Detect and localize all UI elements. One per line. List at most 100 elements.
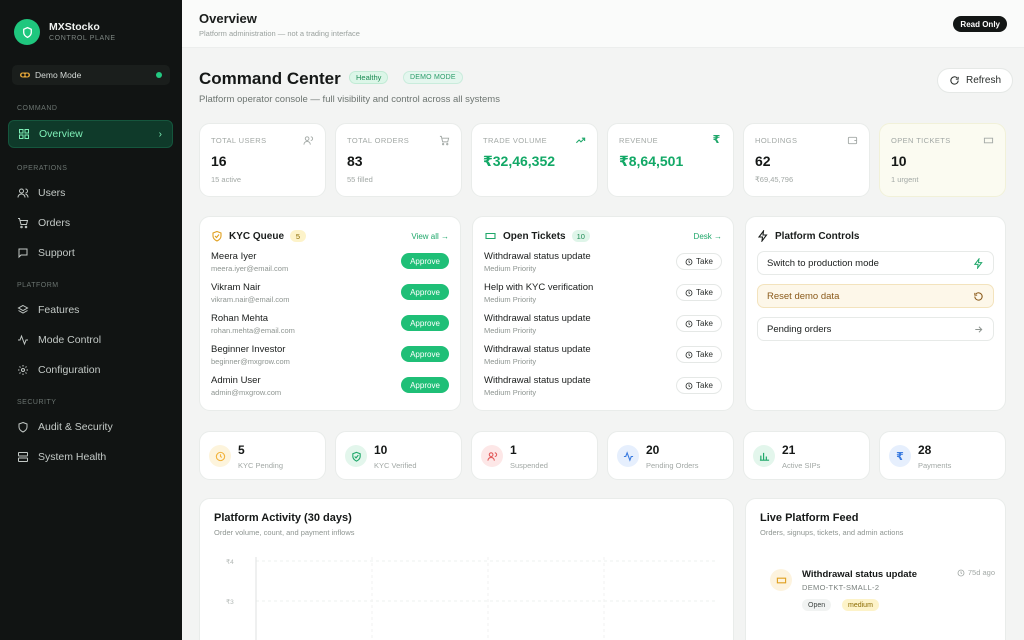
stat-card-total-orders[interactable]: TOTAL ORDERS 83 55 filled xyxy=(335,123,462,197)
stat-card-open-tickets[interactable]: OPEN TICKETS 10 1 urgent xyxy=(879,123,1006,197)
ticket-icon xyxy=(983,137,994,144)
demo-mode-indicator[interactable]: Demo Mode xyxy=(12,65,170,85)
ticket-title: Withdrawal status update xyxy=(484,375,591,386)
section-platform: PLATFORM xyxy=(17,282,59,289)
priority-tag: medium xyxy=(842,599,879,611)
trending-up-icon xyxy=(575,137,586,144)
mini-stat-label: Suspended xyxy=(510,461,548,470)
approve-button[interactable]: Approve xyxy=(401,315,449,331)
rupee-icon: ₹ xyxy=(889,445,911,467)
ticket-title: Withdrawal status update xyxy=(484,344,591,355)
activity-icon xyxy=(617,445,639,467)
layers-icon xyxy=(17,304,29,314)
shield-check-icon xyxy=(345,445,367,467)
sidebar-item-configuration[interactable]: Configuration xyxy=(8,356,173,384)
command-center-subtitle: Platform operator console — full visibil… xyxy=(199,94,500,105)
mini-stat-suspended[interactable]: 1 Suspended xyxy=(471,431,598,480)
approve-button[interactable]: Approve xyxy=(401,284,449,300)
switch-production-button[interactable]: Switch to production mode xyxy=(757,251,994,275)
ticket-title: Withdrawal status update xyxy=(484,251,591,262)
take-button[interactable]: Take xyxy=(676,346,722,363)
mini-stat-pending-orders[interactable]: 20 Pending Orders xyxy=(607,431,734,480)
topbar: Overview Platform administration — not a… xyxy=(182,0,1024,48)
control-label: Reset demo data xyxy=(767,290,840,302)
sidebar-item-label: Features xyxy=(38,304,80,316)
control-label: Switch to production mode xyxy=(767,257,879,269)
feed-item-time: 75d ago xyxy=(957,568,995,577)
take-label: Take xyxy=(696,381,713,390)
brand[interactable]: MXStocko CONTROL PLANE xyxy=(0,0,182,50)
live-feed-title: Live Platform Feed xyxy=(760,512,859,524)
take-button[interactable]: Take xyxy=(676,377,722,394)
cart-icon xyxy=(18,218,29,229)
kyc-row: Meera Iyer meera.iyer@email.com Approve xyxy=(211,251,449,279)
kyc-row: Rohan Mehta rohan.mehta@email.com Approv… xyxy=(211,313,449,341)
stat-value: 83 xyxy=(347,153,363,169)
mini-stat-value: 5 xyxy=(238,443,245,457)
sidebar-item-support[interactable]: Support xyxy=(8,239,173,267)
ticket-row: Withdrawal status update Medium Priority… xyxy=(484,251,722,279)
bar-chart-icon xyxy=(753,445,775,467)
mini-stat-kyc-verified[interactable]: 10 KYC Verified xyxy=(335,431,462,480)
take-button[interactable]: Take xyxy=(676,315,722,332)
mini-stat-active-sips[interactable]: 21 Active SIPs xyxy=(743,431,870,480)
kyc-count-badge: 5 xyxy=(290,230,307,242)
command-center-title: Command Center xyxy=(199,69,341,88)
kyc-email: rohan.mehta@email.com xyxy=(211,326,295,335)
mini-stat-payments[interactable]: ₹ 28 Payments xyxy=(879,431,1006,480)
mini-stat-value: 21 xyxy=(782,443,796,457)
approve-button[interactable]: Approve xyxy=(401,346,449,362)
clock-icon xyxy=(685,320,693,327)
stat-card-total-users[interactable]: TOTAL USERS 16 15 active xyxy=(199,123,326,197)
take-button[interactable]: Take xyxy=(676,253,722,270)
message-icon xyxy=(18,248,28,259)
take-label: Take xyxy=(696,288,713,297)
sidebar-item-system-health[interactable]: System Health xyxy=(8,443,173,471)
sidebar-item-label: Users xyxy=(38,187,66,199)
refresh-icon xyxy=(950,76,959,85)
kyc-name: Rohan Mehta xyxy=(211,313,269,324)
reset-demo-data-button[interactable]: Reset demo data xyxy=(757,284,994,308)
feed-item-title: Withdrawal status update xyxy=(802,569,917,580)
pending-orders-button[interactable]: Pending orders xyxy=(757,317,994,341)
sidebar-item-users[interactable]: Users xyxy=(8,179,173,207)
mini-stat-value: 10 xyxy=(374,443,388,457)
sidebar-item-mode-control[interactable]: Mode Control xyxy=(8,326,173,354)
section-security: SECURITY xyxy=(17,399,57,406)
live-feed-subtitle: Orders, signups, tickets, and admin acti… xyxy=(760,528,904,537)
take-label: Take xyxy=(696,257,713,266)
sidebar-item-features[interactable]: Features xyxy=(8,296,173,324)
kyc-name: Admin User xyxy=(211,375,261,386)
kyc-email: meera.iyer@email.com xyxy=(211,264,289,273)
ticket-icon xyxy=(485,232,496,240)
stat-card-revenue[interactable]: REVENUE ₹ ₹8,64,501 xyxy=(607,123,734,197)
desk-link[interactable]: Desk → xyxy=(694,232,722,241)
rotate-icon xyxy=(974,292,983,301)
refresh-button[interactable]: Refresh xyxy=(937,68,1013,93)
approve-button[interactable]: Approve xyxy=(401,377,449,393)
bolt-icon xyxy=(757,230,768,242)
stat-card-holdings[interactable]: HOLDINGS 62 ₹69,45,796 xyxy=(743,123,870,197)
view-all-link[interactable]: View all → xyxy=(411,232,449,241)
clock-icon xyxy=(209,445,231,467)
live-feed-card: Live Platform Feed Orders, signups, tick… xyxy=(745,498,1006,640)
kyc-queue-card: KYC Queue 5 View all → Meera Iyer meera.… xyxy=(199,216,461,411)
sidebar-item-orders[interactable]: Orders xyxy=(8,209,173,237)
sidebar-item-label: Overview xyxy=(39,128,83,140)
stat-card-trade-volume[interactable]: TRADE VOLUME ₹32,46,352 xyxy=(471,123,598,197)
section-command: COMMAND xyxy=(17,105,58,112)
sidebar-item-overview[interactable]: Overview › xyxy=(8,120,173,148)
brand-subtitle: CONTROL PLANE xyxy=(49,34,116,42)
approve-button[interactable]: Approve xyxy=(401,253,449,269)
feed-item-code: DEMO-TKT-SMALL-2 xyxy=(802,583,880,592)
sidebar-item-audit-security[interactable]: Audit & Security xyxy=(8,413,173,441)
section-operations: OPERATIONS xyxy=(17,165,68,172)
kyc-name: Vikram Nair xyxy=(211,282,261,293)
mini-stat-kyc-pending[interactable]: 5 KYC Pending xyxy=(199,431,326,480)
stat-value: ₹8,64,501 xyxy=(619,153,684,169)
feed-item[interactable]: Withdrawal status update DEMO-TKT-SMALL-… xyxy=(760,556,995,626)
stat-sub: 1 urgent xyxy=(891,175,919,184)
tickets-count-badge: 10 xyxy=(571,230,590,242)
take-button[interactable]: Take xyxy=(676,284,722,301)
kyc-email: beginner@mxgrow.com xyxy=(211,357,290,366)
